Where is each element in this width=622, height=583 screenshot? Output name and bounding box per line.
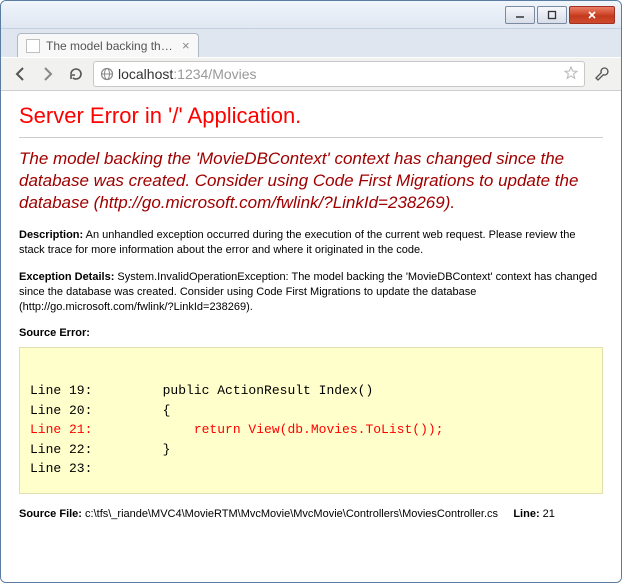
maximize-icon [547, 10, 557, 20]
browser-toolbar: localhost:1234/Movies [1, 57, 621, 91]
tab-strip: The model backing the 'M × [1, 29, 621, 57]
globe-icon [100, 67, 114, 81]
source-file-text: c:\tfs\_riande\MVC4\MovieRTM\MvcMovie\Mv… [82, 508, 498, 520]
close-button[interactable] [569, 6, 615, 24]
wrench-icon [594, 66, 610, 82]
minimize-icon [515, 10, 525, 20]
tab-title: The model backing the 'M [46, 39, 176, 53]
forward-button[interactable] [37, 63, 59, 85]
line-label: Line: [513, 508, 539, 520]
error-title: Server Error in '/' Application. [19, 103, 603, 129]
url-path: :1234/Movies [173, 66, 256, 82]
line-text: 21 [540, 508, 555, 520]
browser-tab[interactable]: The model backing the 'M × [17, 33, 199, 57]
page-content: Server Error in '/' Application. The mod… [1, 91, 621, 582]
source-file-label: Source File: [19, 508, 82, 520]
source-error-label: Source Error: [19, 327, 603, 339]
back-button[interactable] [9, 63, 31, 85]
reload-button[interactable] [65, 63, 87, 85]
divider [19, 137, 603, 138]
minimize-button[interactable] [505, 6, 535, 24]
bookmark-star-button[interactable] [564, 66, 578, 83]
close-icon [587, 10, 597, 20]
url-host: localhost [118, 66, 173, 82]
address-bar[interactable]: localhost:1234/Movies [93, 61, 585, 87]
code-line-20: Line 20: { [30, 403, 170, 418]
arrow-left-icon [12, 66, 28, 82]
wrench-menu-button[interactable] [591, 63, 613, 85]
description-label: Description: [19, 229, 83, 241]
code-line-23: Line 23: [30, 461, 92, 476]
exception-label: Exception Details: [19, 271, 114, 283]
window-titlebar [1, 1, 621, 29]
code-line-19: Line 19: public ActionResult Index() [30, 383, 373, 398]
maximize-button[interactable] [537, 6, 567, 24]
reload-icon [68, 66, 84, 82]
source-file-line: Source File: c:\tfs\_riande\MVC4\MovieRT… [19, 508, 603, 520]
code-line-21: Line 21: return View(db.Movies.ToList())… [30, 422, 443, 437]
source-error-code: Line 19: public ActionResult Index() Lin… [19, 347, 603, 494]
description-text: An unhandled exception occurred during t… [19, 229, 575, 256]
tab-close-button[interactable]: × [182, 38, 190, 53]
browser-window: The model backing the 'M × localhost:123… [0, 0, 622, 583]
arrow-right-icon [40, 66, 56, 82]
code-line-22: Line 22: } [30, 442, 170, 457]
exception-paragraph: Exception Details: System.InvalidOperati… [19, 270, 603, 315]
description-paragraph: Description: An unhandled exception occu… [19, 228, 603, 258]
error-heading: The model backing the 'MovieDBContext' c… [19, 148, 603, 214]
star-icon [564, 66, 578, 80]
url-text: localhost:1234/Movies [118, 66, 560, 82]
favicon-icon [26, 39, 40, 53]
